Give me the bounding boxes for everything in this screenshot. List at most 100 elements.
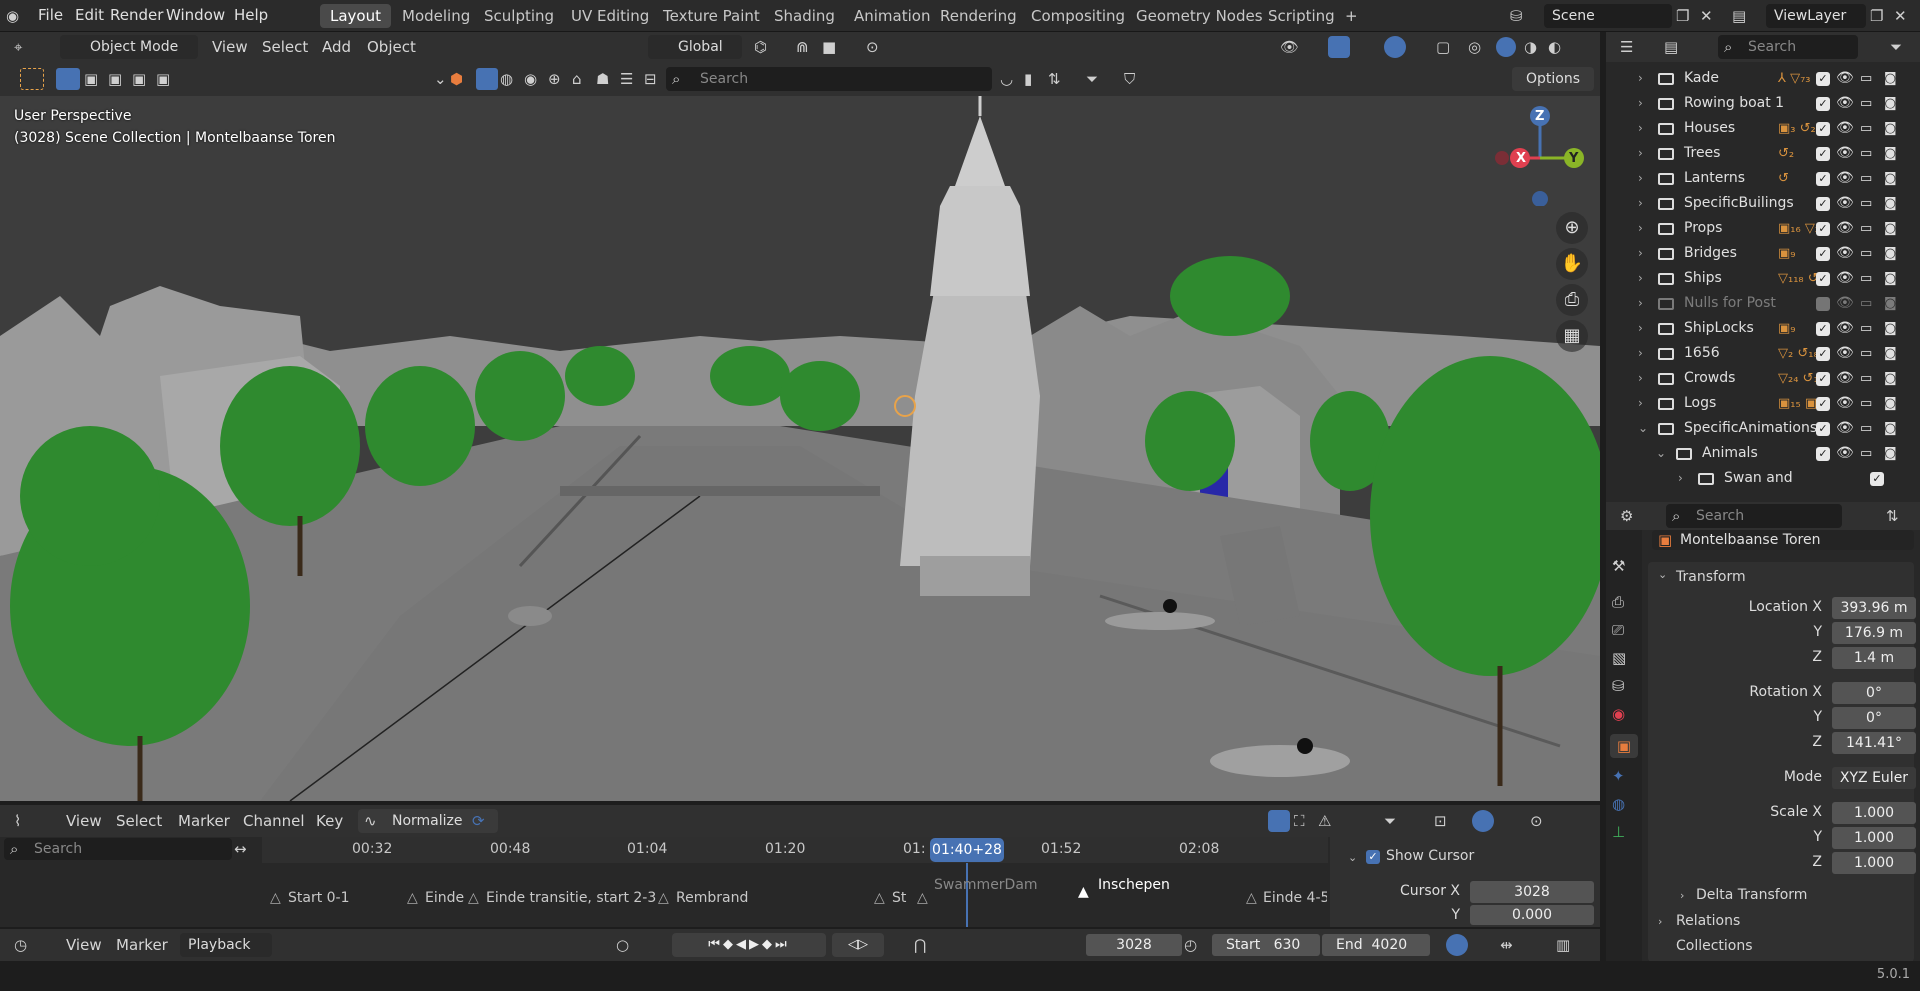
- output-tab-icon[interactable]: ⎚: [1612, 618, 1624, 642]
- start-frame-field[interactable]: Start 630: [1212, 934, 1320, 956]
- rotation-z-field[interactable]: 141.41°: [1832, 732, 1916, 754]
- object-tab-icon[interactable]: ▣: [1610, 734, 1638, 758]
- marker-label[interactable]: St: [892, 890, 906, 906]
- tl-menu-marker[interactable]: Marker: [178, 812, 230, 830]
- outliner-row[interactable]: › Props ▣₁₆ ▽₂ ✓ 👁 ▭ ◙: [1606, 216, 1920, 241]
- exclude-checkbox[interactable]: ✓: [1816, 172, 1830, 186]
- viewport-disable-icon[interactable]: ▭: [1860, 391, 1872, 416]
- tab-sculpting[interactable]: Sculpting: [474, 4, 564, 28]
- viewport-disable-icon[interactable]: ▭: [1860, 416, 1872, 441]
- expand-icon[interactable]: ›: [1638, 116, 1643, 141]
- collection-label[interactable]: Lanterns: [1684, 166, 1745, 191]
- scale-z-field[interactable]: 1.000: [1832, 852, 1916, 874]
- viewport-disable-icon[interactable]: ▭: [1860, 441, 1872, 466]
- delta-expand-icon[interactable]: ›: [1680, 889, 1684, 902]
- object-filter-icon[interactable]: ⬢: [450, 67, 463, 91]
- properties-editor-icon[interactable]: ⚙: [1620, 504, 1633, 528]
- viewport-disable-icon[interactable]: ▭: [1860, 341, 1872, 366]
- exclude-checkbox[interactable]: ✓: [1816, 122, 1830, 136]
- shield-icon[interactable]: ⛉: [1124, 67, 1135, 91]
- menu-add[interactable]: Add: [322, 38, 351, 56]
- constraint-tab-icon[interactable]: ⊥: [1612, 820, 1625, 844]
- tab-animation[interactable]: Animation: [844, 4, 940, 28]
- collection-label[interactable]: ShipLocks: [1684, 316, 1754, 341]
- marker-label[interactable]: Einde: [425, 890, 464, 906]
- collection-label[interactable]: SpecificBuilings: [1684, 191, 1794, 216]
- scene-field[interactable]: Scene: [1544, 4, 1672, 28]
- expand-icon[interactable]: ›: [1678, 466, 1683, 491]
- tl-overlay-icon[interactable]: [1472, 810, 1494, 832]
- select-box-icon[interactable]: [20, 68, 44, 90]
- keyframe-jump-buttons[interactable]: ◁▷: [832, 933, 884, 957]
- outliner-row[interactable]: › SpecificBuilings ✓ 👁 ▭ ◙: [1606, 191, 1920, 216]
- render-camera-icon[interactable]: ◙: [1884, 441, 1897, 466]
- collection-label[interactable]: SpecificAnimations: [1684, 416, 1817, 441]
- visibility-eye-icon[interactable]: 👁: [1836, 241, 1854, 266]
- filter-empty-icon[interactable]: ⌂: [572, 67, 582, 91]
- exclude-checkbox[interactable]: ✓: [1816, 372, 1830, 386]
- expand-icon[interactable]: ›: [1638, 316, 1643, 341]
- collection-label[interactable]: Kade: [1684, 66, 1719, 91]
- filter-curve-icon[interactable]: ◍: [500, 67, 513, 91]
- viewport-disable-icon[interactable]: ▭: [1860, 166, 1872, 191]
- collection-label[interactable]: Ships: [1684, 266, 1722, 291]
- menu-file[interactable]: File: [38, 6, 63, 24]
- playhead-time[interactable]: 01:40+28: [930, 838, 1004, 862]
- relations-label[interactable]: Relations: [1676, 913, 1740, 929]
- select-mode-subtract-icon[interactable]: ▣: [108, 67, 122, 91]
- modifier-tab-icon[interactable]: ✦: [1612, 764, 1625, 788]
- tl-options-icon[interactable]: ▥: [1556, 933, 1570, 957]
- render-camera-icon[interactable]: ◙: [1884, 316, 1897, 341]
- viewport-disable-icon[interactable]: ▭: [1860, 141, 1872, 166]
- viewport-disable-icon[interactable]: ▭: [1860, 91, 1872, 116]
- pb-menu-view[interactable]: View: [66, 936, 102, 954]
- remove-scene-icon[interactable]: ✕: [1700, 4, 1713, 28]
- outliner-search-input[interactable]: Search: [1718, 35, 1858, 59]
- filter-grease-icon[interactable]: ⊟: [644, 67, 657, 91]
- timeline-editor-icon[interactable]: ⌇: [14, 809, 21, 833]
- relations-expand-icon[interactable]: ›: [1658, 915, 1662, 928]
- properties-search-input[interactable]: Search: [1666, 504, 1842, 528]
- orientation-select[interactable]: Global: [648, 35, 742, 59]
- expand-icon[interactable]: ›: [1638, 366, 1643, 391]
- outliner-row[interactable]: › Kade ⅄ ▽₇₃ ✓ 👁 ▭ ◙: [1606, 66, 1920, 91]
- exclude-checkbox[interactable]: ✓: [1816, 147, 1830, 161]
- expand-icon[interactable]: ›: [1638, 266, 1643, 291]
- snap-icon[interactable]: ⋒: [796, 35, 809, 59]
- tl-filter-icon[interactable]: ⏷: [1384, 809, 1396, 833]
- scene-icon[interactable]: ⛁: [1510, 4, 1523, 28]
- exclude-checkbox[interactable]: ✓: [1816, 247, 1830, 261]
- visibility-eye-icon[interactable]: 👁: [1836, 316, 1854, 341]
- visibility-eye-icon[interactable]: 👁: [1836, 291, 1854, 316]
- editor-type-icon[interactable]: ⌖: [14, 35, 22, 59]
- tab-texture-paint[interactable]: Texture Paint: [653, 4, 770, 28]
- collection-label[interactable]: Animals: [1702, 441, 1758, 466]
- snap-target-icon[interactable]: ■: [822, 35, 836, 59]
- filter-other-icon[interactable]: ☰: [620, 67, 633, 91]
- filter-toggle-icon[interactable]: ◡: [1000, 67, 1013, 91]
- outliner-row[interactable]: › Crowds ▽₂₄ ↺₁ ✓ 👁 ▭ ◙: [1606, 366, 1920, 391]
- location-z-field[interactable]: 1.4 m: [1832, 647, 1916, 669]
- select-mode-extend-icon[interactable]: ▣: [84, 67, 98, 91]
- tl-proportional-icon[interactable]: ⊙: [1530, 809, 1543, 833]
- sort-icon[interactable]: ⇅: [1048, 67, 1061, 91]
- scene-tab-icon[interactable]: ⛁: [1612, 674, 1625, 698]
- visibility-eye-icon[interactable]: 👁: [1836, 141, 1854, 166]
- solid-shading-icon[interactable]: [1496, 37, 1516, 57]
- viewport-disable-icon[interactable]: ▭: [1860, 116, 1872, 141]
- expand-icon[interactable]: ›: [1638, 341, 1643, 366]
- tl-menu-channel[interactable]: Channel: [243, 812, 305, 830]
- outliner-row[interactable]: › Nulls for Post 👁 ▭ ◙: [1606, 291, 1920, 316]
- collection-label[interactable]: Trees: [1684, 141, 1720, 166]
- transform-collapse-icon[interactable]: ⌄: [1658, 568, 1667, 581]
- visibility-eye-icon[interactable]: 👁: [1836, 216, 1854, 241]
- clock-icon[interactable]: ◴: [1184, 933, 1197, 957]
- render-camera-icon[interactable]: ◙: [1884, 166, 1897, 191]
- location-y-field[interactable]: 176.9 m: [1832, 622, 1916, 644]
- errors-icon[interactable]: ⚠: [1318, 809, 1331, 833]
- exclude-checkbox[interactable]: ✓: [1816, 447, 1830, 461]
- render-camera-icon[interactable]: ◙: [1884, 266, 1897, 291]
- mode-select[interactable]: Object Mode: [60, 35, 198, 59]
- remove-view-layer-icon[interactable]: ✕: [1894, 4, 1907, 28]
- visibility-eye-icon[interactable]: 👁: [1836, 391, 1854, 416]
